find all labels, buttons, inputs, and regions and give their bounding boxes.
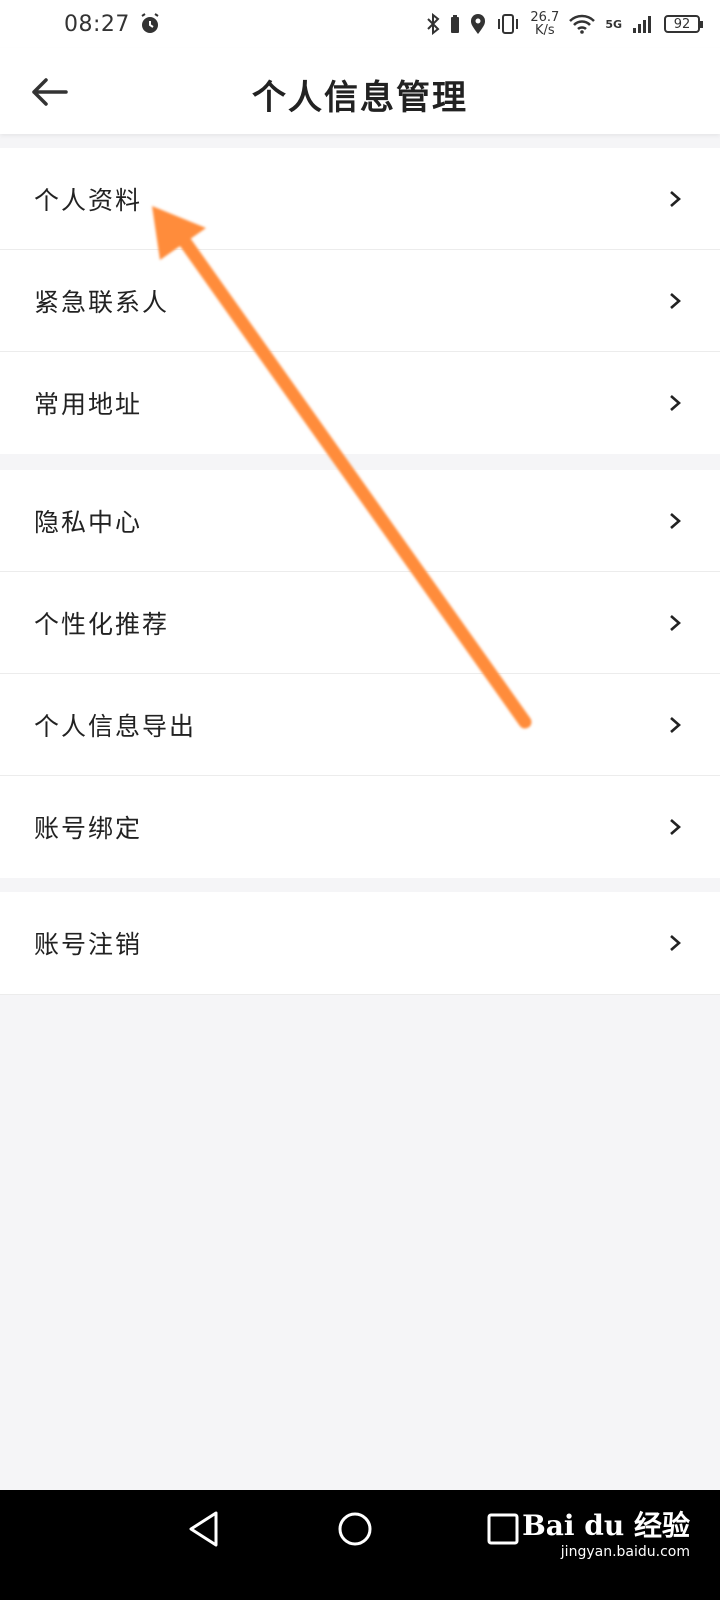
chevron-right-icon (670, 819, 681, 835)
menu-item-emergency-contact[interactable]: 紧急联系人 (0, 250, 720, 352)
menu-item-label: 个性化推荐 (34, 609, 170, 639)
page-title: 个人信息管理 (252, 78, 468, 118)
home-circle-icon[interactable] (336, 1510, 374, 1548)
chevron-right-icon (670, 716, 681, 733)
menu-item-label: 账号绑定 (34, 814, 143, 843)
menu-item-label: 账号注销 (34, 930, 143, 959)
watermark-url: jingyan.baidu.com (560, 1544, 690, 1560)
menu-item-label: 个人信息导出 (34, 711, 197, 741)
status-bar: 08:27 26.7 K/s 5G 92 (0, 0, 720, 48)
status-icons: 26.7 K/s 5G 92 (426, 11, 703, 37)
chevron-right-icon (670, 190, 681, 207)
menu-item-label: 个人资料 (34, 185, 143, 215)
chevron-right-icon (670, 395, 681, 411)
chevron-right-icon (670, 512, 681, 529)
settings-group-profile: 个人资料 紧急联系人 常用地址 (0, 148, 720, 454)
menu-item-personalized-recommendation[interactable]: 个性化推荐 (0, 572, 720, 674)
app-header: 个人信息管理 (0, 48, 720, 134)
net-speed: 26.7 K/s (530, 11, 559, 37)
divider (0, 994, 720, 995)
menu-item-label: 常用地址 (34, 390, 143, 419)
battery-icon: 92 (664, 15, 703, 33)
signal-icon (633, 16, 651, 33)
net-speed-unit: K/s (534, 23, 555, 38)
location-icon (471, 14, 486, 34)
chevron-right-icon (670, 292, 681, 309)
settings-group-account: 账号注销 (0, 892, 720, 994)
recents-square-icon[interactable] (486, 1512, 520, 1546)
chevron-right-icon (670, 614, 681, 631)
alarm-icon (141, 13, 159, 33)
menu-item-privacy-center[interactable]: 隐私中心 (0, 470, 720, 572)
menu-item-account-cancellation[interactable]: 账号注销 (0, 892, 720, 994)
menu-item-label: 隐私中心 (34, 507, 143, 537)
menu-item-common-address[interactable]: 常用地址 (0, 352, 720, 454)
menu-item-account-binding[interactable]: 账号绑定 (0, 776, 720, 878)
watermark-brand: Bai du 经验 (522, 1509, 690, 1542)
network-type: 5G (605, 17, 622, 31)
battery-level: 92 (673, 16, 691, 32)
chevron-right-icon (670, 935, 681, 951)
menu-item-label: 紧急联系人 (34, 287, 170, 317)
settings-group-privacy: 隐私中心 个性化推荐 个人信息导出 账号绑定 (0, 470, 720, 878)
baidu-jingyan-watermark: Bai du 经验 jingyan.baidu.com (522, 1504, 690, 1560)
back-triangle-icon[interactable] (186, 1510, 222, 1548)
battery-small-icon (451, 15, 460, 33)
status-time: 08:27 (64, 11, 130, 37)
vibrate-icon (498, 14, 519, 34)
wifi-icon (569, 14, 596, 34)
menu-item-info-export[interactable]: 个人信息导出 (0, 674, 720, 776)
bluetooth-icon (427, 13, 440, 35)
menu-item-personal-profile[interactable]: 个人资料 (0, 148, 720, 250)
